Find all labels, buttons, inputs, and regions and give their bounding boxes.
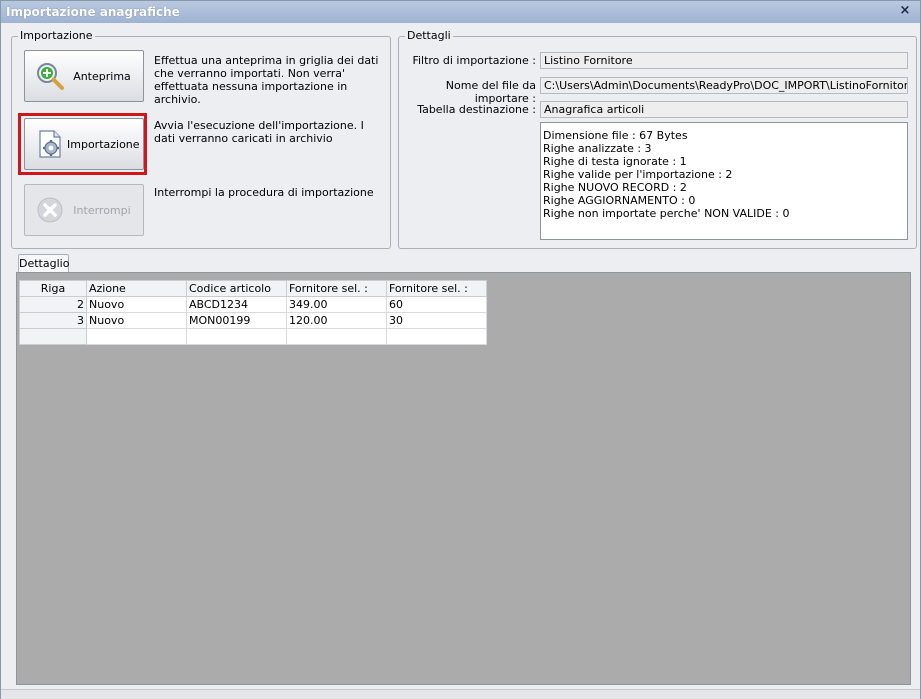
tabella-field: Anagrafica articoli	[540, 101, 908, 118]
data-grid[interactable]: Riga Azione Codice articolo Fornitore se…	[19, 280, 487, 345]
tabella-label: Tabella destinazione :	[417, 103, 536, 116]
summary-textarea[interactable]: Dimensione file : 67 Bytes Righe analizz…	[540, 122, 908, 240]
grid-cell-empty[interactable]	[86, 328, 187, 345]
grid-header-codice-articolo[interactable]: Codice articolo	[186, 280, 287, 297]
importazione-label: Importazione	[67, 138, 140, 151]
grid-cell-fornitore-1[interactable]: 120.00	[286, 312, 387, 329]
grid-cell-riga	[19, 328, 87, 345]
interrompi-button[interactable]: Interrompi	[24, 184, 144, 236]
table-row[interactable]: 2 Nuovo ABCD1234 349.00 60	[19, 296, 487, 313]
dettagli-legend: Dettagli	[405, 29, 453, 42]
title-bar[interactable]: Importazione anagrafiche ×	[1, 1, 920, 23]
importazione-button[interactable]: Importazione	[24, 118, 144, 170]
grid-panel: Riga Azione Codice articolo Fornitore se…	[16, 272, 911, 685]
grid-cell-empty[interactable]	[386, 328, 487, 345]
summary-line: Righe analizzate : 3	[543, 142, 652, 155]
summary-line: Righe NUOVO RECORD : 2	[543, 181, 687, 194]
summary-line: Righe di testa ignorate : 1	[543, 155, 687, 168]
stop-x-icon	[35, 195, 65, 225]
grid-cell-fornitore-1[interactable]: 349.00	[286, 296, 387, 313]
window-title: Importazione anagrafiche	[6, 5, 180, 19]
filtro-label: Filtro di importazione :	[412, 54, 536, 67]
grid-cell-empty[interactable]	[186, 328, 287, 345]
grid-header-fornitore-1[interactable]: Fornitore sel. :	[286, 280, 387, 297]
grid-cell-fornitore-2[interactable]: 30	[386, 312, 487, 329]
summary-line: Righe non importate perche' NON VALIDE :…	[543, 207, 790, 220]
anteprima-button[interactable]: Anteprima	[24, 50, 144, 102]
grid-cell-empty[interactable]	[286, 328, 387, 345]
status-bar	[1, 689, 920, 699]
anteprima-label: Anteprima	[73, 70, 131, 83]
interrompi-description: Interrompi la procedura di importazione	[154, 186, 374, 199]
import-window: Importazione anagrafiche × Importazione …	[0, 0, 921, 699]
grid-header-riga[interactable]: Riga	[19, 280, 87, 297]
grid-cell-riga: 2	[19, 296, 87, 313]
table-row[interactable]: 3 Nuovo MON00199 120.00 30	[19, 312, 487, 329]
grid-cell-codice[interactable]: MON00199	[186, 312, 287, 329]
grid-cell-fornitore-2[interactable]: 60	[386, 296, 487, 313]
summary-line: Dimensione file : 67 Bytes	[543, 129, 688, 142]
table-row-empty[interactable]	[19, 328, 487, 345]
grid-header-azione[interactable]: Azione	[86, 280, 187, 297]
document-gear-icon	[35, 129, 65, 159]
file-field: C:\Users\Admin\Documents\ReadyPro\DOC_IM…	[540, 77, 908, 94]
file-label: Nome del file da importare :	[445, 79, 536, 105]
interrompi-label: Interrompi	[73, 204, 131, 217]
tab-dettaglio[interactable]: Dettaglio	[18, 254, 69, 272]
grid-cell-azione[interactable]: Nuovo	[86, 312, 187, 329]
grid-cell-azione[interactable]: Nuovo	[86, 296, 187, 313]
summary-line: Righe valide per l'importazione : 2	[543, 168, 733, 181]
filtro-field: Listino Fornitore	[540, 52, 908, 69]
grid-header-fornitore-2[interactable]: Fornitore sel. :	[386, 280, 487, 297]
close-icon[interactable]: ×	[898, 3, 912, 19]
anteprima-description: Effettua una anteprima in griglia dei da…	[154, 54, 379, 106]
grid-header-row: Riga Azione Codice articolo Fornitore se…	[19, 280, 487, 297]
summary-line: Righe AGGIORNAMENTO : 0	[543, 194, 696, 207]
importazione-legend: Importazione	[18, 29, 95, 42]
magnifier-plus-icon	[35, 61, 65, 91]
grid-cell-riga: 3	[19, 312, 87, 329]
importazione-description: Avvia l'esecuzione dell'importazione. I …	[154, 119, 364, 145]
grid-cell-codice[interactable]: ABCD1234	[186, 296, 287, 313]
